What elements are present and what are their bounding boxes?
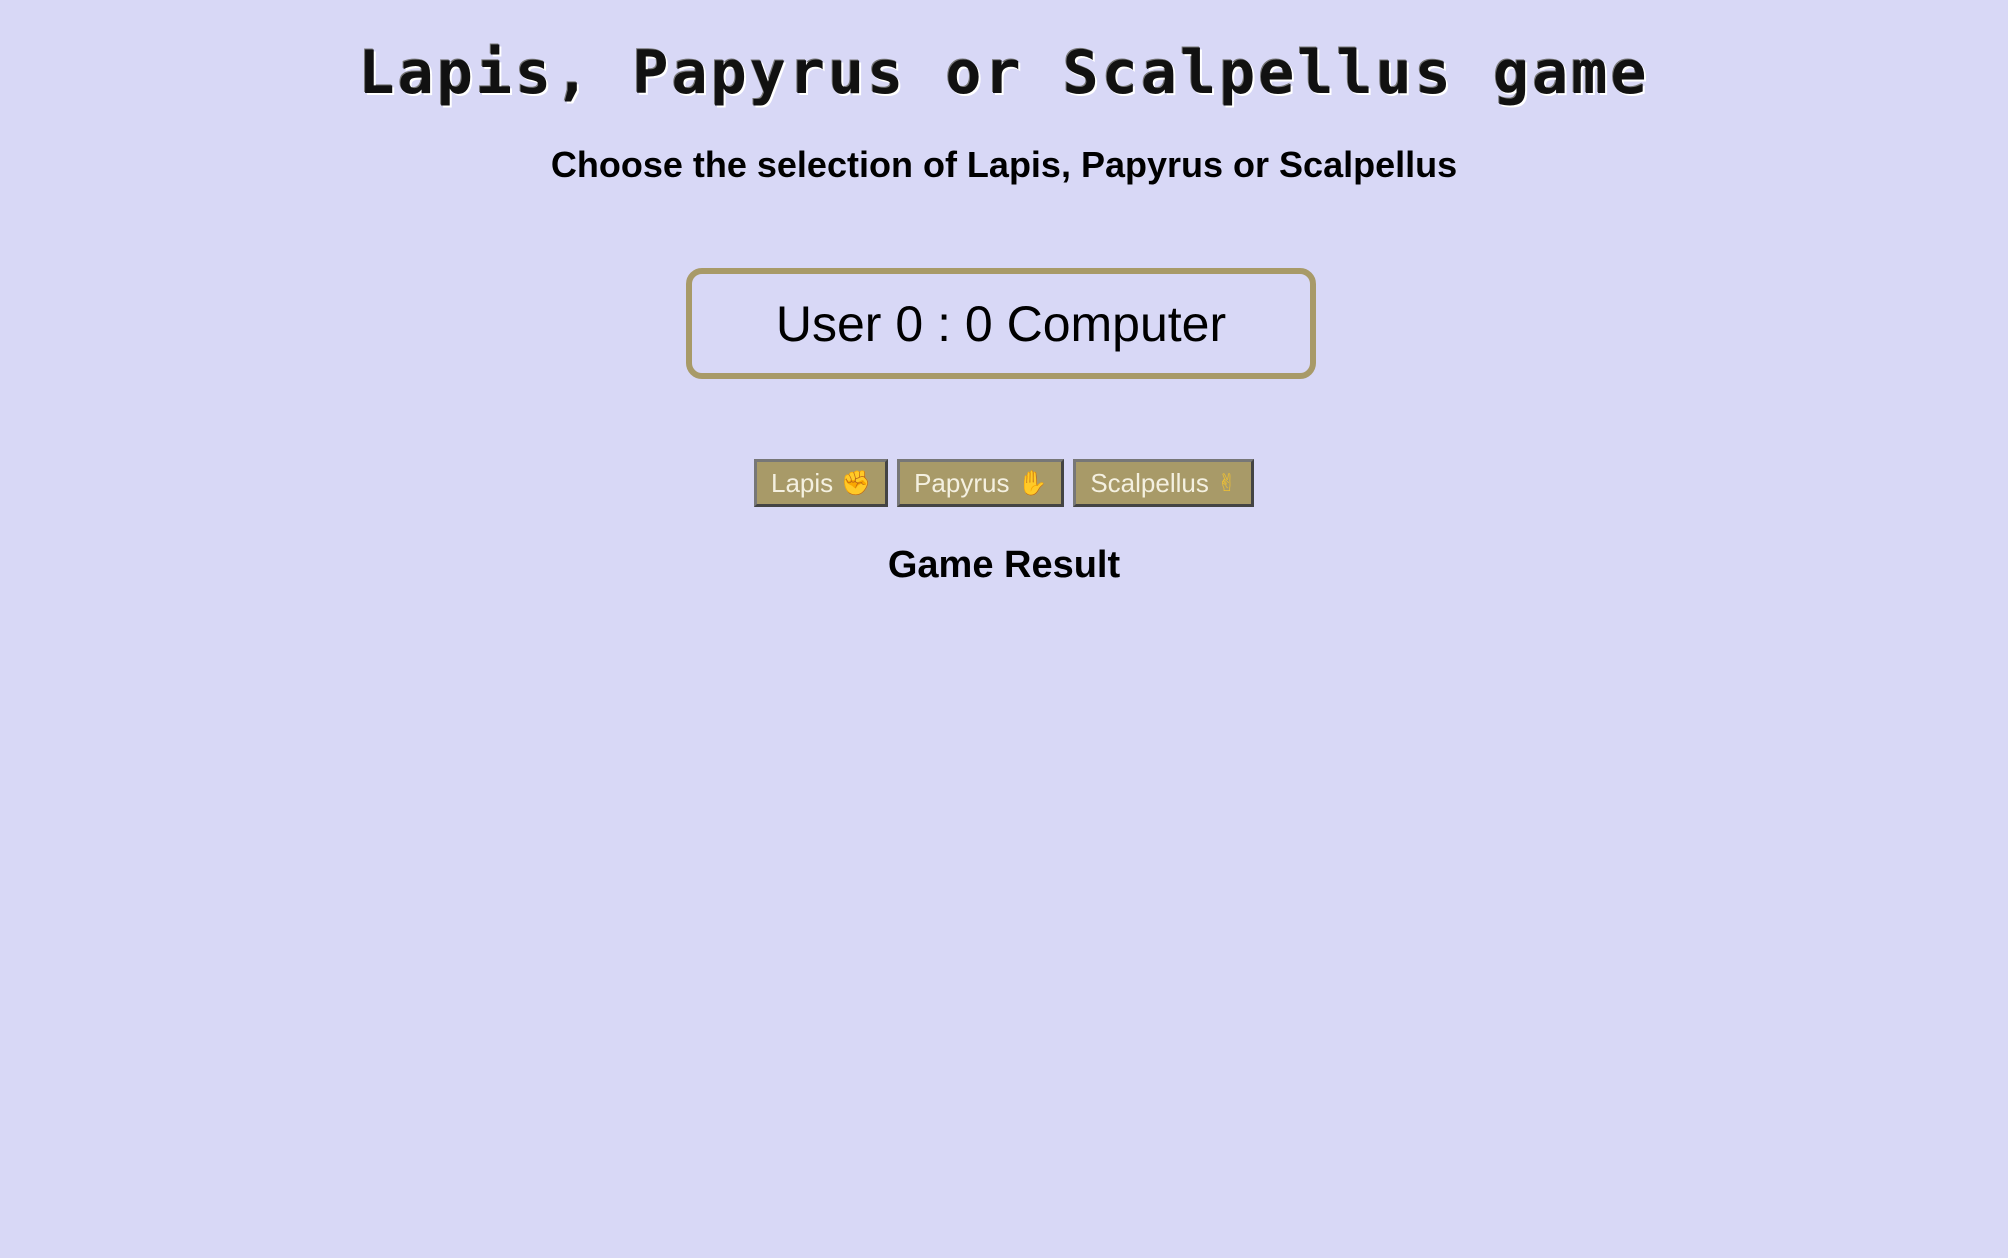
scalpellus-label: Scalpellus [1090, 467, 1209, 498]
computer-score: 0 [964, 295, 993, 352]
scalpellus-button[interactable]: Scalpellus ✌ [1073, 459, 1254, 507]
choice-buttons: Lapis ✊ Papyrus ✋ Scalpellus ✌ [0, 459, 2008, 507]
lapis-label: Lapis [771, 467, 834, 498]
papyrus-button[interactable]: Papyrus ✋ [897, 459, 1065, 507]
game-result-heading: Game Result [887, 544, 1121, 586]
page-title: Lapis, Papyrus or Scalpellus game [358, 38, 1650, 108]
scoreboard: User 0 : 0 Computer [686, 268, 1316, 379]
page-subtitle: Choose the selection of Lapis, Papyrus o… [550, 144, 1458, 185]
user-score: 0 [895, 295, 924, 352]
score-separator: : [937, 295, 951, 352]
lapis-button[interactable]: Lapis ✊ [754, 459, 889, 507]
user-label: User [775, 295, 882, 352]
victory-hand-icon: ✌ [1216, 469, 1237, 497]
game-page: Lapis, Papyrus or Scalpellus game Choose… [0, 0, 2008, 1258]
computer-label: Computer [1006, 295, 1227, 352]
papyrus-label: Papyrus [914, 467, 1010, 498]
hand-icon: ✋ [1017, 469, 1048, 497]
fist-icon: ✊ [841, 469, 872, 497]
